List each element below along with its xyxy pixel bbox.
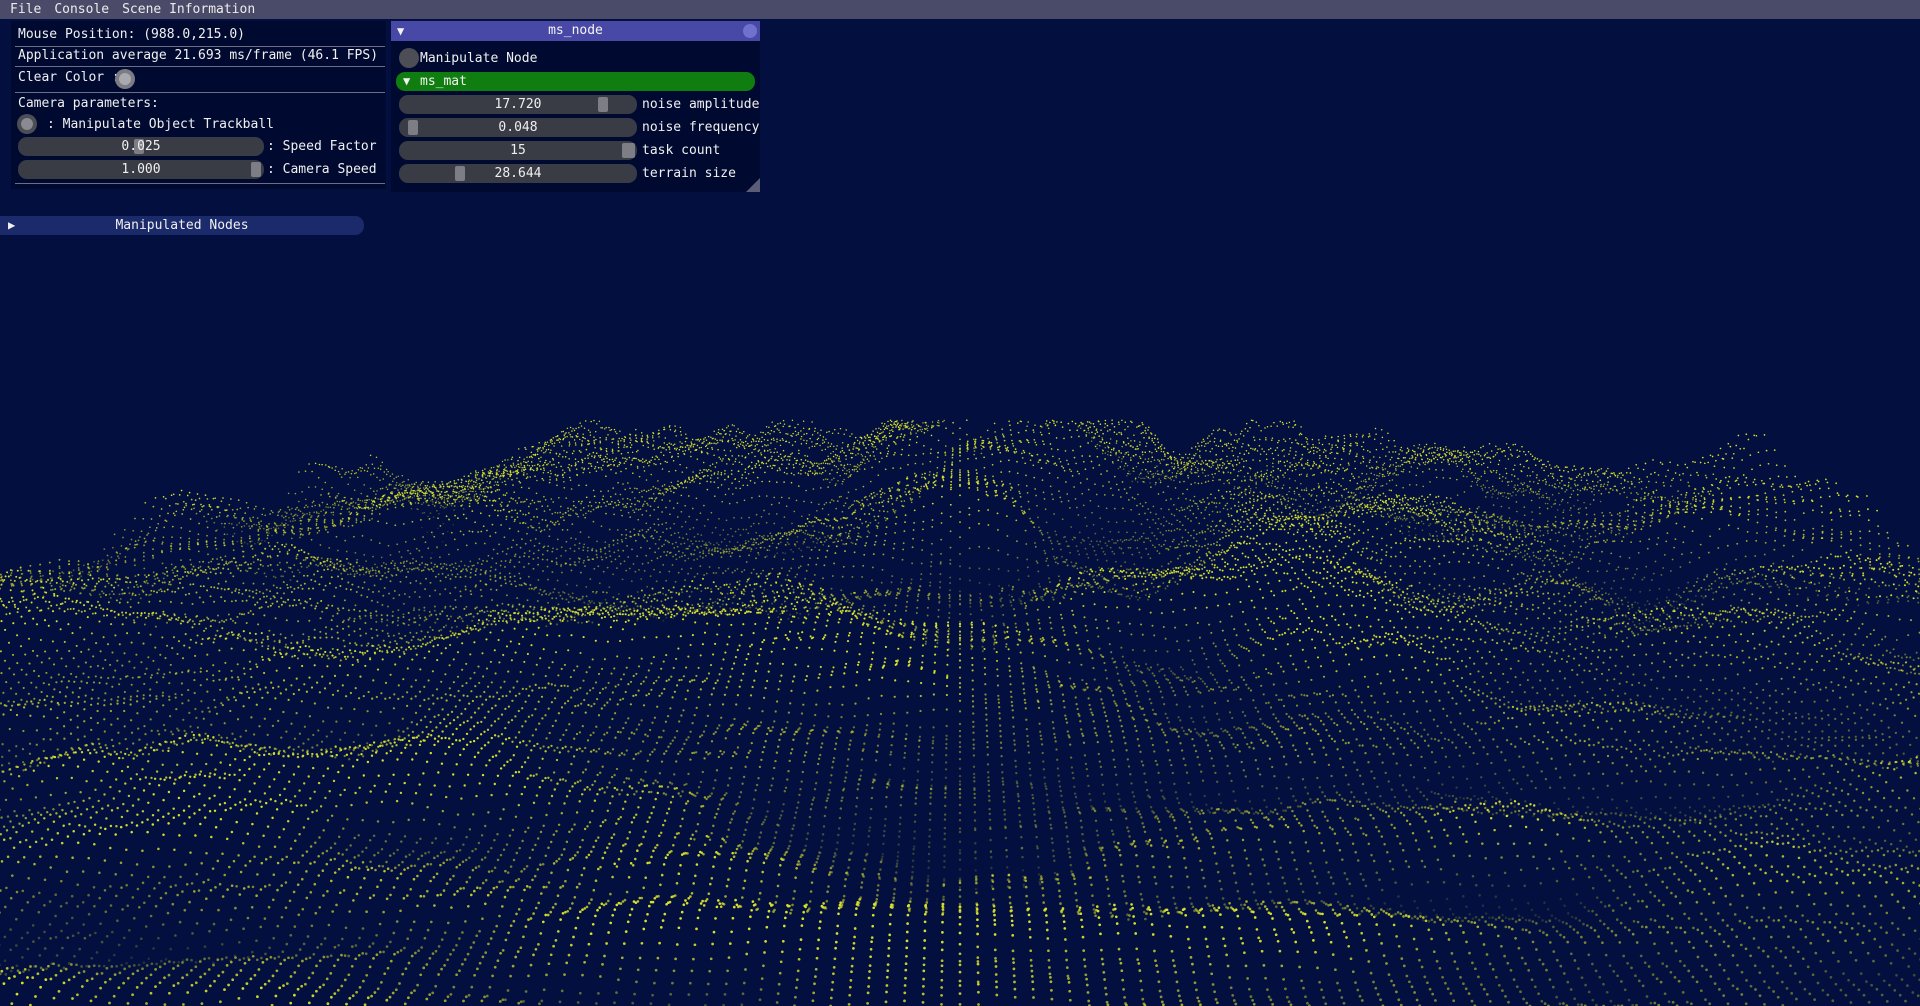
slider-grab[interactable] <box>251 162 261 177</box>
noise-frequency-slider[interactable]: 0.048 <box>399 118 637 137</box>
menu-scene-information[interactable]: Scene Information <box>116 0 262 19</box>
divider <box>15 66 385 67</box>
manipulated-nodes-header[interactable]: ▶ Manipulated Nodes <box>0 216 364 235</box>
task-count-label: task count <box>642 141 720 160</box>
speed-factor-label: : Speed Factor <box>267 137 377 156</box>
noise-amplitude-label: noise amplitude <box>642 95 759 114</box>
slider-grab[interactable] <box>622 143 635 158</box>
noise-frequency-label: noise frequency <box>642 118 759 137</box>
divider <box>15 46 385 47</box>
menu-console[interactable]: Console <box>48 0 116 19</box>
close-circle-icon[interactable] <box>743 24 757 38</box>
camera-speed-slider[interactable]: 1.000 <box>18 160 264 179</box>
mouse-position-text: Mouse Position: (988.0,215.0) <box>18 27 245 42</box>
terrain-size-slider[interactable]: 28.644 <box>399 164 637 183</box>
material-header[interactable]: ▼ ms_mat <box>396 72 755 91</box>
window-title-bar[interactable]: ▼ ms_node <box>391 21 760 41</box>
terrain-size-label: terrain size <box>642 164 736 183</box>
terrain-points <box>0 419 1920 1006</box>
divider <box>15 183 385 184</box>
camera-speed-value: 1.000 <box>121 162 160 177</box>
slider-grab[interactable] <box>598 97 608 112</box>
speed-factor-slider[interactable]: 0.025 <box>18 137 264 156</box>
noise-frequency-value: 0.048 <box>498 120 537 135</box>
radio-dot-icon <box>21 118 33 130</box>
manipulate-node-label: Manipulate Node <box>420 51 537 66</box>
fps-text: Application average 21.693 ms/frame (46.… <box>18 48 378 63</box>
trackball-label: : Manipulate Object Trackball <box>47 117 274 132</box>
slider-grab[interactable] <box>455 166 465 181</box>
clear-color-swatch[interactable] <box>115 69 135 89</box>
manipulated-nodes-label: Manipulated Nodes <box>115 218 248 233</box>
collapse-triangle-icon: ▼ <box>403 72 410 91</box>
resize-grip-icon[interactable] <box>746 178 760 192</box>
info-panel: Mouse Position: (988.0,215.0) Applicatio… <box>11 21 386 189</box>
slider-grab[interactable] <box>408 120 418 135</box>
collapse-triangle-icon[interactable]: ▼ <box>397 21 404 41</box>
swatch-dot-icon <box>119 73 131 85</box>
trackball-checkbox[interactable] <box>17 114 37 134</box>
task-count-slider[interactable]: 15 <box>399 141 637 160</box>
clear-color-label: Clear Color : <box>18 70 120 85</box>
manipulate-node-checkbox[interactable] <box>399 48 419 68</box>
speed-factor-value: 0.025 <box>121 139 160 154</box>
ms-node-window: ▼ ms_node Manipulate Node ▼ ms_mat 17.72… <box>391 21 760 192</box>
expand-triangle-icon: ▶ <box>8 216 15 235</box>
task-count-value: 15 <box>510 143 526 158</box>
camera-speed-label: : Camera Speed <box>267 160 377 179</box>
terrain-size-value: 28.644 <box>495 166 542 181</box>
menu-bar: File Console Scene Information <box>0 0 1920 19</box>
material-header-label: ms_mat <box>420 72 467 91</box>
camera-params-label: Camera parameters: <box>18 96 159 111</box>
menu-file[interactable]: File <box>0 0 48 19</box>
noise-amplitude-value: 17.720 <box>495 97 542 112</box>
divider <box>15 92 385 93</box>
window-title: ms_node <box>548 23 603 38</box>
noise-amplitude-slider[interactable]: 17.720 <box>399 95 637 114</box>
